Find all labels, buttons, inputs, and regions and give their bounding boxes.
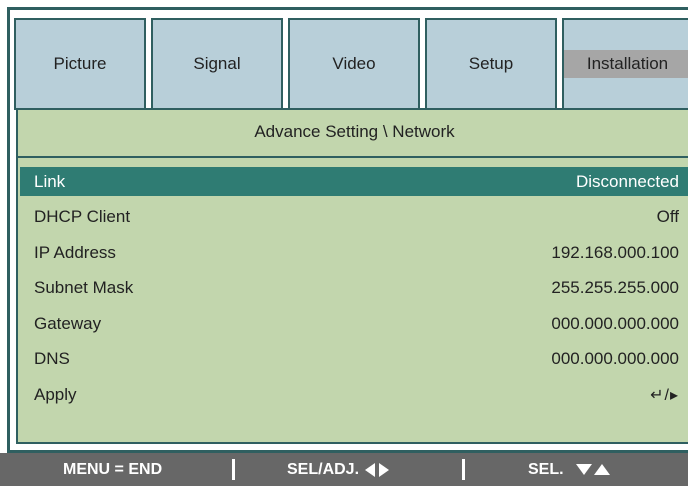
panel-title: Advance Setting \ Network — [254, 122, 455, 141]
menu-row-link[interactable]: Link Disconnected — [20, 167, 688, 196]
sel-adj-hint: SEL/ADJ. — [287, 453, 390, 486]
tab-label: Installation — [586, 54, 669, 73]
right-triangle-icon — [379, 462, 390, 477]
tab-signal[interactable]: Signal — [151, 18, 283, 110]
sel-label: SEL. — [528, 460, 564, 478]
menu-row-dns[interactable]: DNS 000.000.000.000 — [20, 344, 688, 373]
up-triangle-icon — [593, 464, 610, 475]
tab-active-highlight: Installation — [564, 50, 688, 78]
menu-row-dhcp-client[interactable]: DHCP Client Off — [20, 202, 688, 231]
title-divider — [18, 156, 688, 158]
tab-installation[interactable]: Installation — [562, 18, 688, 118]
row-label: Apply — [34, 384, 77, 404]
row-value: 000.000.000.000 — [551, 313, 679, 333]
tab-picture[interactable]: Picture — [14, 18, 146, 110]
osd-menu: Picture Signal Video Setup Installation … — [7, 7, 688, 453]
menu-end-label: MENU = END — [63, 460, 163, 478]
tab-label: Signal — [193, 54, 241, 73]
footer-separator — [462, 459, 465, 480]
tab-setup[interactable]: Setup — [425, 18, 557, 110]
row-label: Link — [34, 171, 66, 191]
row-value: Disconnected — [575, 171, 679, 191]
row-value: 000.000.000.000 — [551, 348, 679, 368]
tab-label: Picture — [53, 54, 107, 73]
tab-video[interactable]: Video — [288, 18, 420, 110]
row-value: Off — [656, 206, 679, 226]
menu-end-hint: MENU = END — [63, 453, 162, 486]
menu-row-subnet-mask[interactable]: Subnet Mask 255.255.255.000 — [20, 273, 688, 302]
footer-help-bar: MENU = END SEL/ADJ. SEL. — [0, 453, 688, 486]
sel-hint: SEL. — [528, 453, 610, 486]
sel-adj-label: SEL/ADJ. — [287, 460, 360, 478]
row-label: DNS — [34, 348, 70, 368]
down-triangle-icon — [575, 464, 592, 475]
left-triangle-icon — [365, 462, 376, 477]
row-label: Subnet Mask — [34, 277, 134, 297]
tab-label: Video — [332, 54, 376, 73]
row-value: 255.255.255.000 — [551, 277, 679, 297]
row-label: Gateway — [34, 313, 102, 333]
row-value: 192.168.000.100 — [551, 242, 679, 262]
menu-row-gateway[interactable]: Gateway 000.000.000.000 — [20, 309, 688, 338]
menu-row-ip-address[interactable]: IP Address 192.168.000.100 — [20, 238, 688, 267]
row-label: DHCP Client — [34, 206, 131, 226]
footer-separator — [232, 459, 235, 480]
row-label: IP Address — [34, 242, 116, 262]
menu-row-apply[interactable]: Apply ↵/▸ — [20, 380, 688, 409]
enter-right-icon: ↵/▸ — [650, 386, 679, 404]
network-settings-panel: Advance Setting \ Network Link Disconnec… — [16, 108, 688, 444]
tab-label: Setup — [468, 54, 514, 73]
